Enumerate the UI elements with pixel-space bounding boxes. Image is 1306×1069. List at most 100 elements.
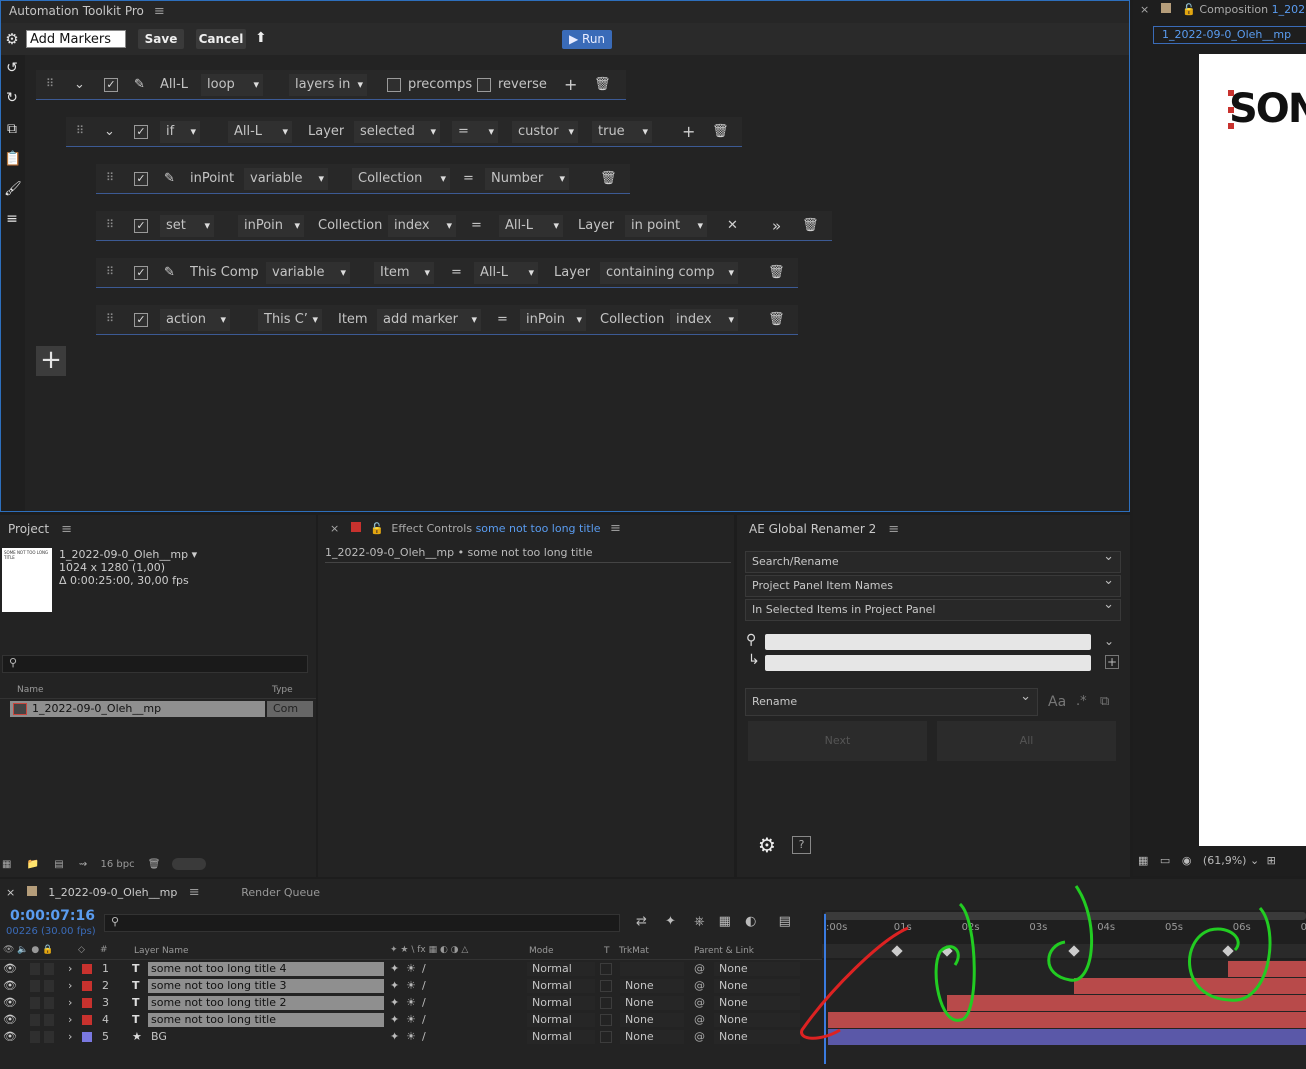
- trkmat-dropdown[interactable]: None: [620, 1030, 684, 1044]
- script-name-input[interactable]: Add Markers: [26, 30, 126, 48]
- col-type[interactable]: Type: [272, 685, 293, 695]
- cancel-button[interactable]: Cancel: [196, 29, 246, 49]
- preserve-transparency-toggle[interactable]: [600, 1031, 612, 1043]
- lock-toggle[interactable]: [44, 980, 54, 992]
- reverse-checkbox[interactable]: [477, 78, 491, 92]
- pencil-icon[interactable]: ✎: [164, 263, 175, 283]
- add-icon[interactable]: +: [564, 75, 577, 95]
- enable-checkbox[interactable]: ✓: [134, 313, 148, 327]
- collapse-switch-icon[interactable]: ☀: [406, 961, 416, 977]
- drag-handle-icon[interactable]: ⠿: [46, 77, 54, 90]
- parent-dropdown[interactable]: None: [714, 962, 800, 976]
- layer-row[interactable]: 👁 › 3 Tsome not too long title 2 ✦ ☀ / Normal No…: [0, 995, 822, 1011]
- chevron-right-icon[interactable]: ›: [68, 1012, 72, 1028]
- folder-icon[interactable]: 📁: [27, 859, 39, 870]
- trkmat-dropdown[interactable]: [620, 962, 684, 976]
- frame-blend-icon[interactable]: ▦: [719, 914, 731, 929]
- solo-toggle[interactable]: [30, 980, 40, 992]
- shy-switch-icon[interactable]: ✦: [390, 978, 399, 994]
- composition-nav-icon[interactable]: ⇄: [636, 914, 647, 929]
- upload-icon[interactable]: ⬆: [255, 30, 267, 46]
- redo-icon[interactable]: ↻: [4, 90, 20, 106]
- quality-switch-icon[interactable]: /: [422, 1012, 426, 1028]
- draft-3d-icon[interactable]: ✦: [665, 914, 676, 929]
- action-dropdown[interactable]: action: [160, 309, 230, 331]
- blend-mode-dropdown[interactable]: Normal: [527, 1013, 595, 1027]
- shy-icon[interactable]: ⎈: [694, 914, 704, 929]
- blend-mode-dropdown[interactable]: Normal: [527, 1030, 595, 1044]
- project-item-row[interactable]: 1_2022-09-0_Oleh__mp: [10, 701, 265, 717]
- solo-toggle[interactable]: [30, 1014, 40, 1026]
- pencil-icon[interactable]: ✎: [164, 169, 175, 189]
- kind-dropdown[interactable]: variable: [244, 168, 328, 190]
- add-icon[interactable]: +: [1105, 655, 1119, 669]
- value-dropdown[interactable]: true: [592, 121, 652, 143]
- lock-icon[interactable]: 🔓: [1182, 3, 1196, 16]
- collapse-switch-icon[interactable]: ☀: [406, 1012, 416, 1028]
- close-icon[interactable]: ✕: [727, 216, 738, 236]
- trash-icon[interactable]: 🗑: [768, 310, 785, 330]
- project-search-input[interactable]: ⚲: [2, 655, 308, 673]
- add-icon[interactable]: +: [682, 122, 695, 142]
- motion-blur-icon[interactable]: ◐: [745, 914, 756, 929]
- monitor-icon[interactable]: ▭: [1160, 854, 1170, 867]
- graph-editor-icon[interactable]: ▤: [779, 914, 791, 929]
- comp-canvas[interactable]: [1199, 54, 1306, 846]
- parent-dropdown[interactable]: None: [714, 1030, 800, 1044]
- search-field[interactable]: [765, 634, 1091, 650]
- kind-dropdown[interactable]: variable: [266, 262, 350, 284]
- menu-icon[interactable]: ≡: [888, 522, 899, 537]
- shy-switch-icon[interactable]: ✦: [390, 995, 399, 1011]
- lock-toggle[interactable]: [44, 1031, 54, 1043]
- solo-toggle[interactable]: [30, 963, 40, 975]
- comp-tab-link[interactable]: 1_2022-0: [1272, 3, 1306, 16]
- mode-select[interactable]: Search/Rename: [745, 547, 1121, 573]
- pickwhip-icon[interactable]: @: [694, 1029, 705, 1045]
- parent-header[interactable]: Parent & Link: [694, 946, 754, 956]
- label-color-swatch[interactable]: [82, 964, 92, 974]
- chevron-right-icon[interactable]: ›: [68, 1029, 72, 1045]
- value-type-dropdown[interactable]: custor: [512, 121, 578, 143]
- pencil-icon[interactable]: ✎: [134, 75, 145, 95]
- match-case-toggle[interactable]: Aa: [1048, 694, 1066, 710]
- close-icon[interactable]: ×: [330, 522, 339, 535]
- blend-mode-dropdown[interactable]: Normal: [527, 996, 595, 1010]
- lock-toggle[interactable]: [44, 997, 54, 1009]
- replace-field[interactable]: [765, 655, 1091, 671]
- col-name[interactable]: Name: [17, 685, 44, 695]
- var-dropdown[interactable]: This C’: [258, 309, 322, 331]
- target-dropdown[interactable]: All-L: [499, 215, 563, 237]
- trkmat-dropdown[interactable]: None: [620, 996, 684, 1010]
- paste-icon[interactable]: 📋: [4, 151, 21, 167]
- trkmat-header[interactable]: TrkMat: [619, 946, 649, 956]
- if-dropdown[interactable]: if: [160, 121, 200, 143]
- operator-dropdown[interactable]: =: [452, 121, 498, 143]
- drag-handle-icon[interactable]: ⠿: [106, 171, 114, 184]
- item-dropdown[interactable]: Item: [374, 262, 434, 284]
- precomps-checkbox[interactable]: [387, 78, 401, 92]
- chevron-down-icon[interactable]: ⌄: [1250, 854, 1259, 867]
- label-color-swatch[interactable]: [82, 1032, 92, 1042]
- chevron-right-icon[interactable]: ›: [68, 961, 72, 977]
- copy-icon[interactable]: ⧉: [1100, 694, 1109, 709]
- parent-dropdown[interactable]: None: [714, 979, 800, 993]
- enable-checkbox[interactable]: ✓: [134, 172, 148, 186]
- operation-select[interactable]: Rename: [745, 684, 1038, 716]
- regex-toggle-icon[interactable]: .*: [1076, 694, 1087, 709]
- mode-header[interactable]: Mode: [529, 946, 554, 956]
- selection-handle[interactable]: [1228, 90, 1234, 96]
- preview-icon[interactable]: ▦: [1138, 854, 1148, 867]
- grid-icon[interactable]: ⊞: [1267, 854, 1276, 867]
- layer-row[interactable]: 👁 › 2 Tsome not too long title 3 ✦ ☀ / Normal No…: [0, 978, 822, 994]
- drag-handle-icon[interactable]: ⠿: [76, 124, 84, 137]
- timeline-search-input[interactable]: ⚲: [104, 914, 620, 932]
- eye-icon[interactable]: 👁: [3, 978, 17, 994]
- shy-switch-icon[interactable]: ✦: [390, 1029, 399, 1045]
- blend-mode-dropdown[interactable]: Normal: [527, 979, 595, 993]
- layer-row[interactable]: 👁 › 1 Tsome not too long title 4 ✦ ☀ / Normal @ N…: [0, 961, 822, 977]
- target-dropdown[interactable]: All-L: [228, 121, 292, 143]
- add-step-button[interactable]: +: [36, 346, 66, 376]
- lock-icon[interactable]: 🔓: [370, 522, 384, 535]
- property-dropdown[interactable]: containing comp: [600, 262, 738, 284]
- parent-dropdown[interactable]: None: [714, 1013, 800, 1027]
